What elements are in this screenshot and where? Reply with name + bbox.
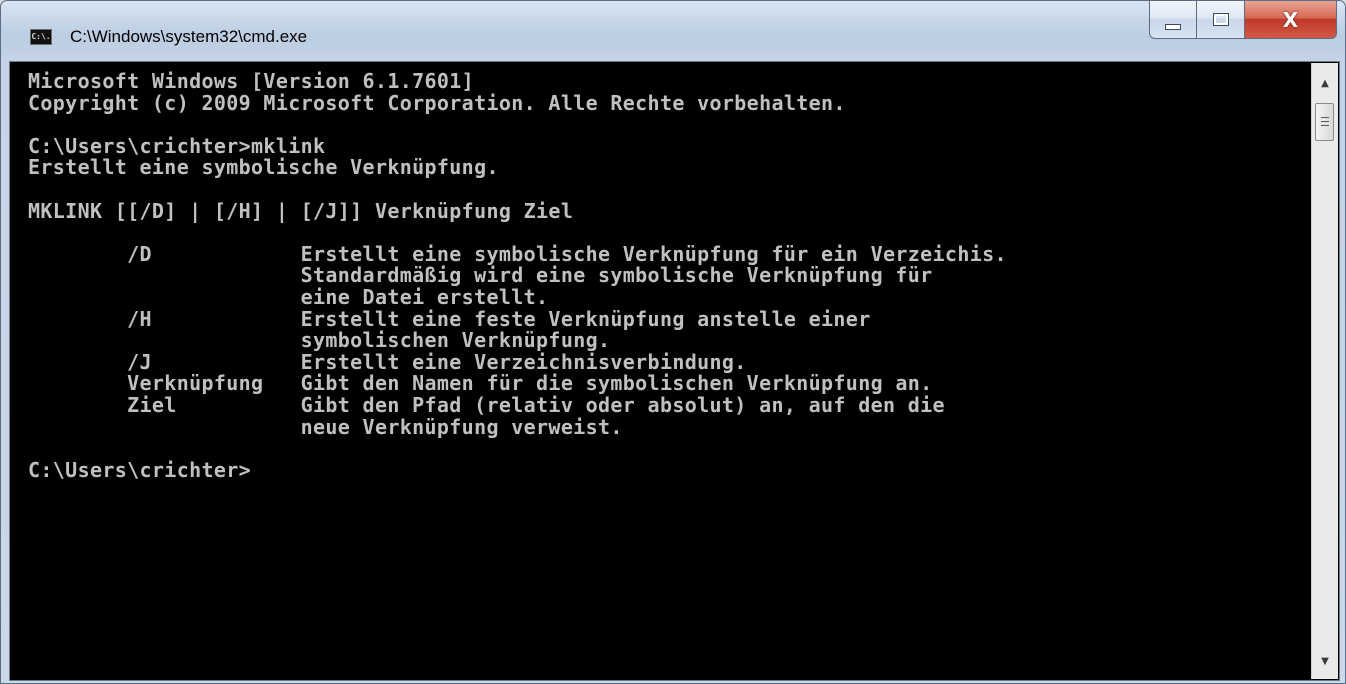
console-line: Erstellt eine symbolische Verknüpfung. (28, 155, 499, 180)
console-text: Microsoft Windows [Version 6.1.7601] Cop… (28, 69, 1007, 482)
console-line: C:\Users\crichter>mklink (28, 133, 326, 158)
console-line: /D Erstellt eine symbolische Verknüpfung… (28, 241, 1007, 266)
console-line: C:\Users\crichter> (28, 457, 252, 482)
minimize-button[interactable] (1149, 1, 1197, 39)
vertical-scrollbar[interactable]: ▲ ▼ (1311, 63, 1338, 679)
thumb-grip-line (1321, 117, 1329, 118)
console-line: symbolischen Verknüpfung. (28, 328, 611, 353)
close-button[interactable]: X (1245, 1, 1337, 39)
console-line: Microsoft Windows [Version 6.1.7601] (28, 69, 475, 93)
console-line: neue Verknüpfung verweist. (28, 414, 623, 439)
console-line: Verknüpfung Gibt den Namen für die symbo… (28, 371, 933, 396)
caption-buttons: X (1149, 1, 1337, 41)
console-line: Ziel Gibt den Pfad (relativ oder absolut… (28, 392, 945, 417)
title-bar[interactable]: C:\. C:\Windows\system32\cmd.exe X (1, 1, 1345, 61)
console-window: C:\. C:\Windows\system32\cmd.exe X Micro… (0, 0, 1346, 684)
maximize-button[interactable] (1197, 1, 1245, 39)
console-line: /J Erstellt eine Verzeichnisverbindung. (28, 349, 747, 374)
console-line: MKLINK [[/D] | [/H] | [/J]] Verknüpfung … (28, 198, 574, 223)
console-line: eine Datei erstellt. (28, 284, 549, 309)
console-line: /H Erstellt eine feste Verknüpfung anste… (28, 306, 871, 331)
thumb-grip-line (1321, 125, 1329, 126)
scroll-up-arrow-icon[interactable]: ▲ (1312, 73, 1338, 95)
minimize-icon (1165, 23, 1181, 30)
console-line: Standardmäßig wird eine symbolische Verk… (28, 263, 933, 288)
thumb-grip-line (1321, 121, 1329, 122)
window-title: C:\Windows\system32\cmd.exe (70, 27, 308, 46)
console-output-area[interactable]: Microsoft Windows [Version 6.1.7601] Cop… (9, 61, 1340, 681)
scroll-down-arrow-icon[interactable]: ▼ (1312, 651, 1338, 673)
scrollbar-thumb[interactable] (1315, 103, 1334, 141)
console-line: Copyright (c) 2009 Microsoft Corporation… (28, 90, 846, 115)
maximize-icon (1212, 13, 1229, 26)
cmd-console-icon[interactable]: C:\. (30, 29, 52, 45)
close-icon: X (1282, 7, 1299, 32)
